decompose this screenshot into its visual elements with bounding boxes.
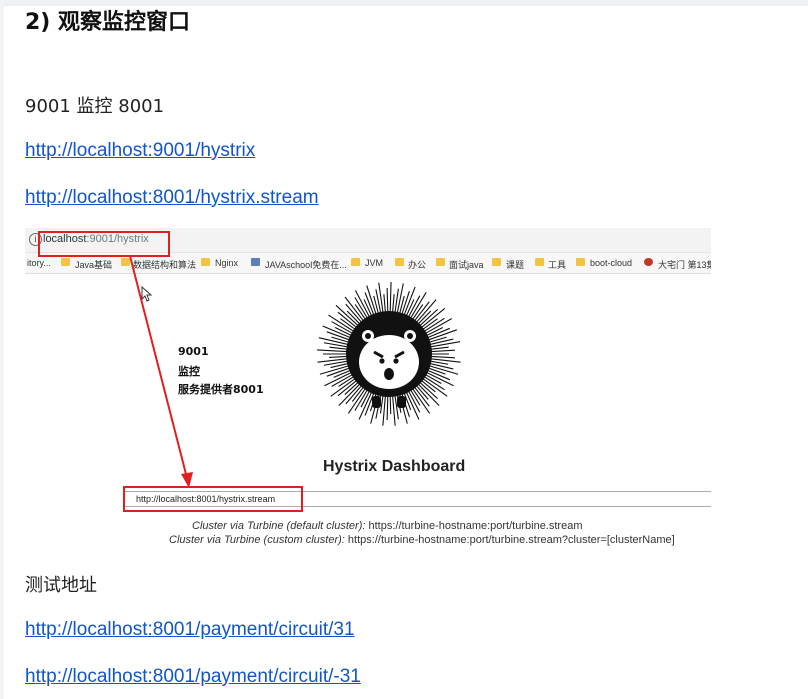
embedded-screenshot: i localhost:9001/hystrix itory... Java基础…: [25, 228, 711, 550]
section-heading: 2) 观察监控窗口: [25, 10, 191, 35]
left-edge: [0, 0, 4, 699]
test-address-label: 测试地址: [25, 575, 97, 596]
red-arrow-icon: [129, 255, 193, 488]
hystrix-stream-link[interactable]: http://localhost:8001/hystrix.stream: [25, 187, 319, 209]
circuit-ok-link[interactable]: http://localhost:8001/payment/circuit/31: [25, 619, 355, 641]
circuit-err-link[interactable]: http://localhost:8001/payment/circuit/-3…: [25, 666, 361, 688]
hystrix-dashboard-link[interactable]: http://localhost:9001/hystrix: [25, 140, 255, 162]
monitor-label: 9001 监控 8001: [25, 96, 165, 117]
